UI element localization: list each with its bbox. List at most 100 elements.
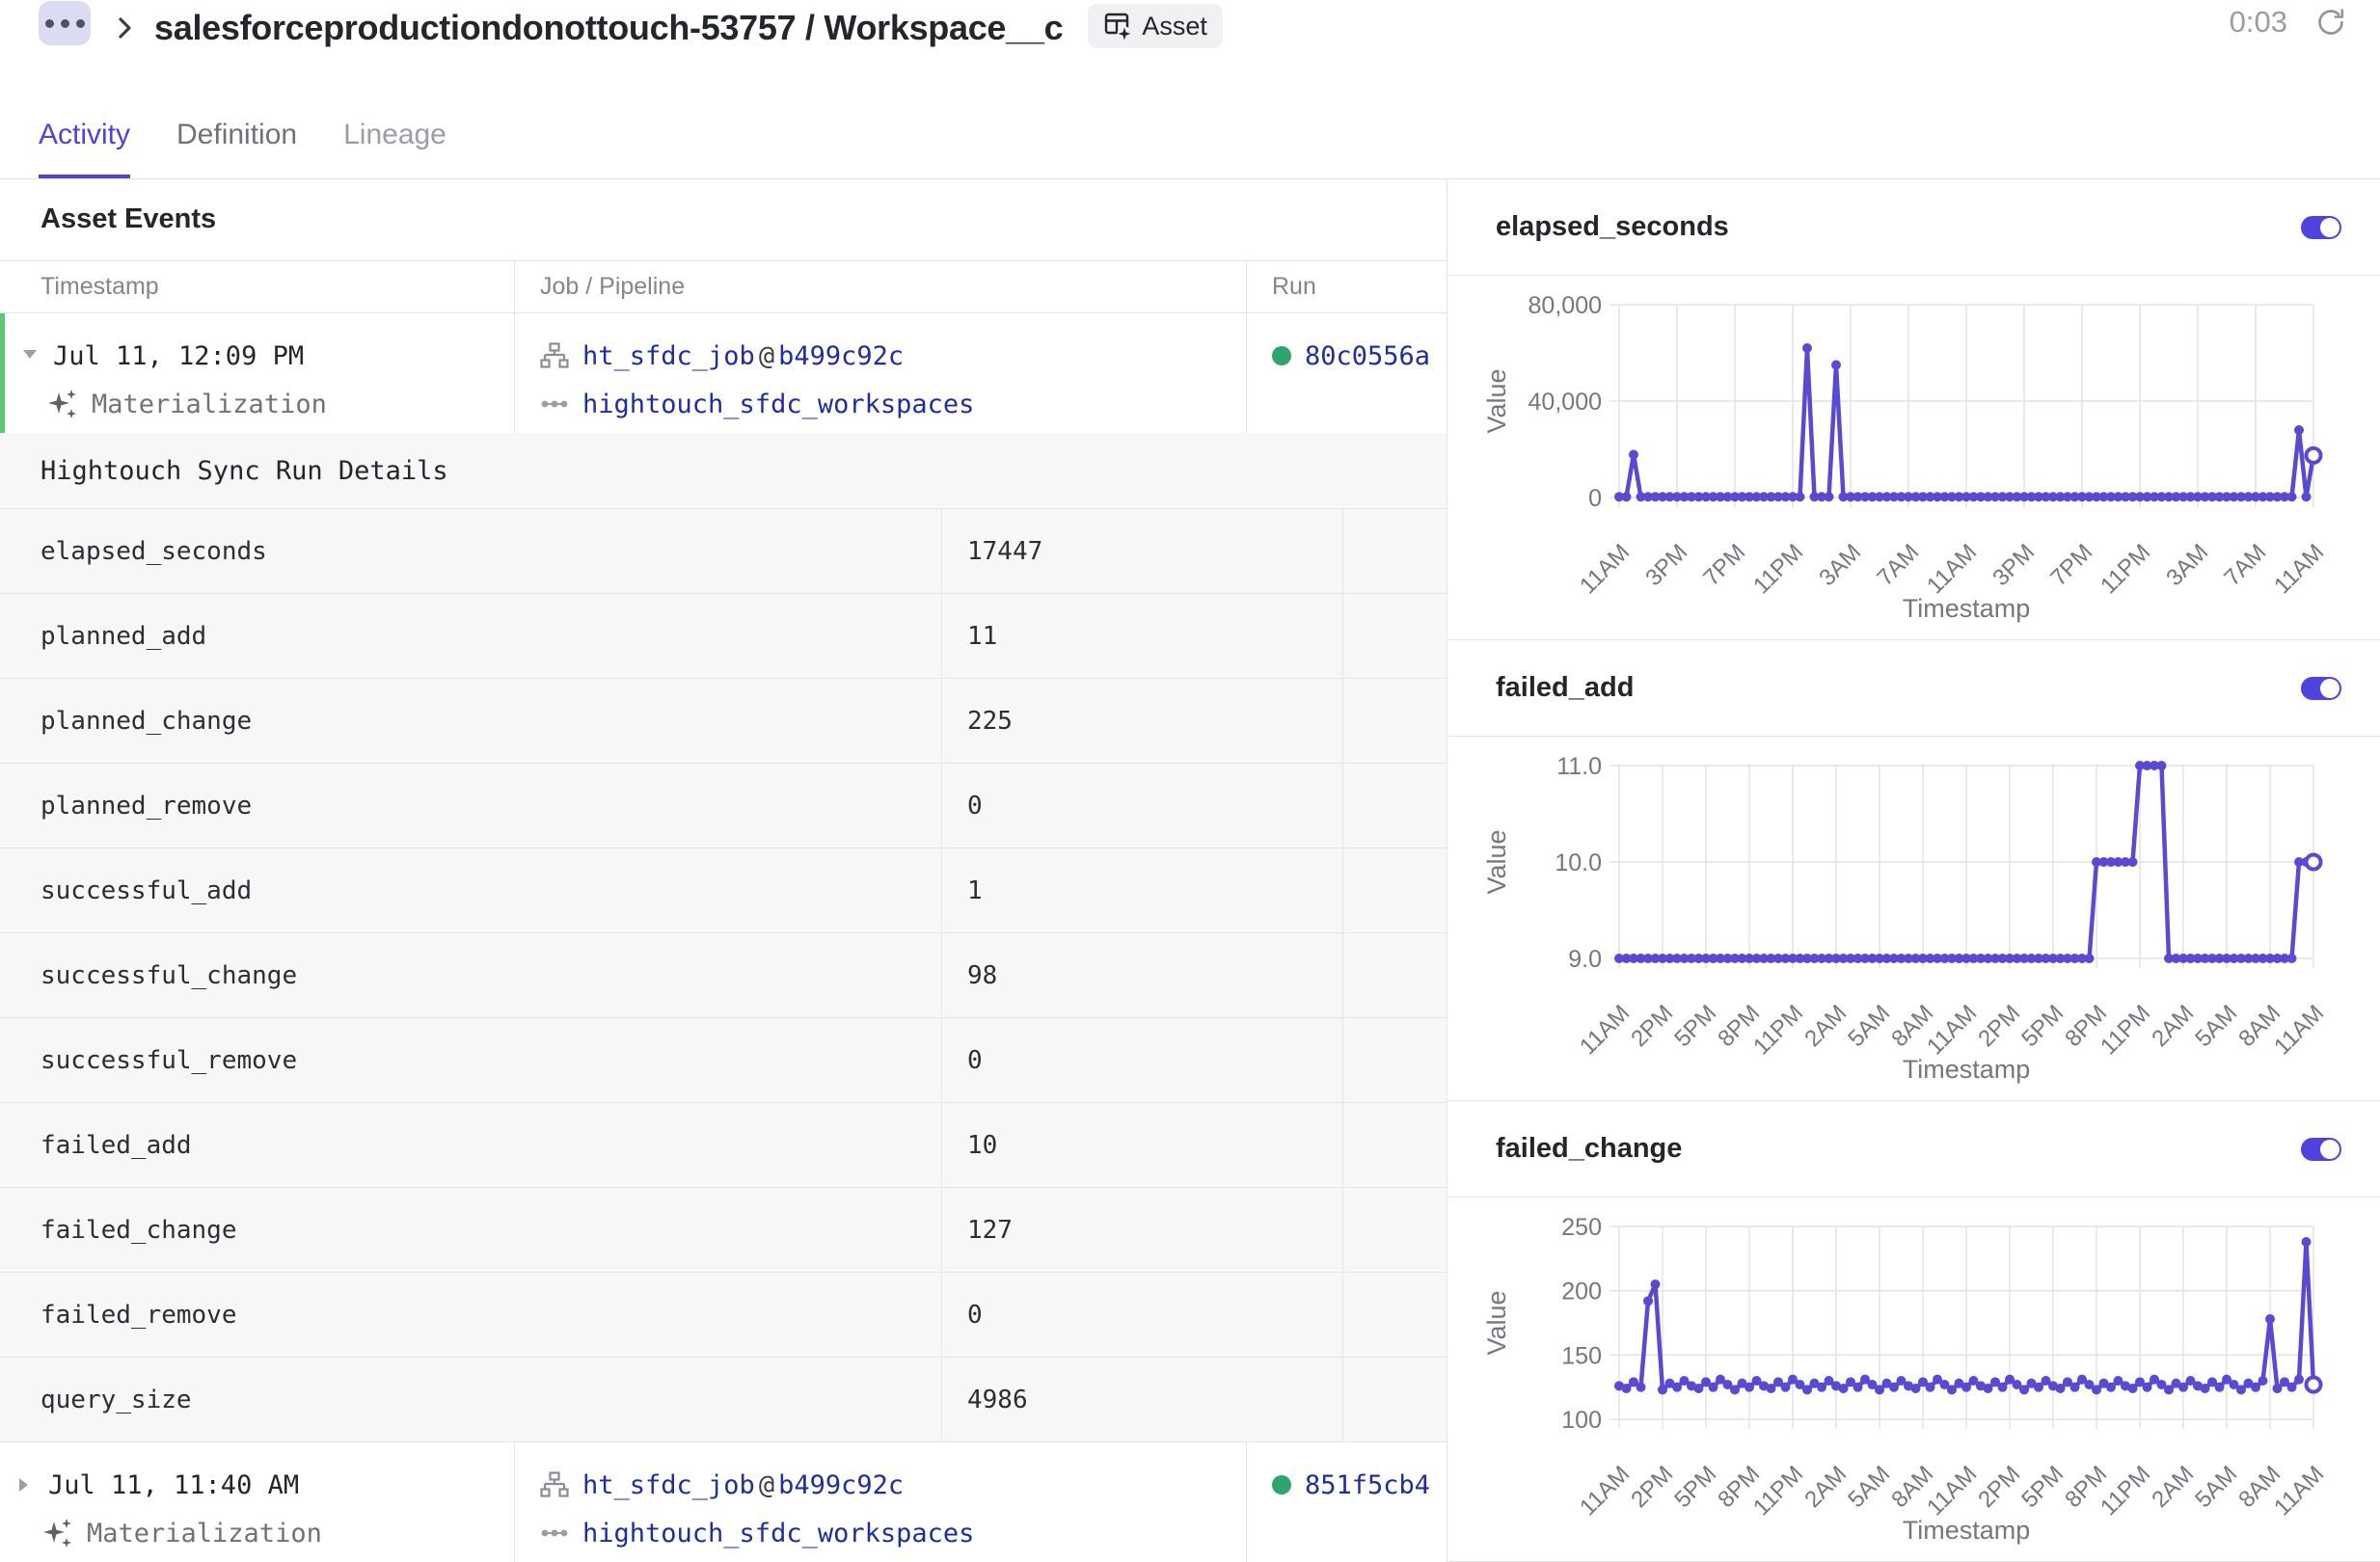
asset-table-icon bbox=[1103, 11, 1132, 41]
col-header-run: Run bbox=[1246, 261, 1447, 312]
metric-toggle[interactable] bbox=[2301, 1138, 2341, 1161]
svg-text:40,000: 40,000 bbox=[1528, 389, 1602, 416]
job-icon bbox=[540, 1470, 569, 1499]
detail-empty-cell bbox=[1342, 1103, 1447, 1187]
svg-text:2AM: 2AM bbox=[1799, 1461, 1852, 1513]
pipeline-link[interactable]: hightouch_sfdc_workspaces bbox=[582, 1519, 974, 1549]
metric-section-elapsed_seconds: elapsed_seconds040,00080,00011AM3PM7PM11… bbox=[1447, 179, 2380, 639]
run-id-link[interactable]: 851f5cb4 bbox=[1305, 1470, 1430, 1500]
tab-lineage[interactable]: Lineage bbox=[343, 119, 446, 178]
svg-text:11PM: 11PM bbox=[1748, 1000, 1808, 1060]
job-link[interactable]: ht_sfdc_job@b499c92c bbox=[582, 341, 904, 371]
detail-key: successful_remove bbox=[0, 1018, 941, 1102]
detail-key: planned_add bbox=[0, 594, 941, 678]
svg-text:Value: Value bbox=[1482, 368, 1511, 433]
detail-value: 4986 bbox=[941, 1358, 1342, 1441]
event-details: Hightouch Sync Run Details elapsed_secon… bbox=[0, 433, 1447, 1441]
breadcrumb-chevron-icon bbox=[112, 13, 137, 42]
svg-text:2AM: 2AM bbox=[1799, 1000, 1852, 1052]
details-table: elapsed_seconds17447planned_add11planned… bbox=[0, 508, 1447, 1441]
tab-definition[interactable]: Definition bbox=[176, 119, 297, 178]
asset-badge-label: Asset bbox=[1142, 12, 1207, 41]
metric-header: failed_add bbox=[1447, 640, 2380, 737]
detail-key: planned_change bbox=[0, 679, 941, 763]
svg-text:11AM: 11AM bbox=[2269, 1461, 2329, 1521]
svg-text:11AM: 11AM bbox=[1922, 1000, 1982, 1060]
event-row-expanded[interactable]: Jul 11, 12:09 PM Materialization bbox=[0, 313, 1447, 433]
detail-key: query_size bbox=[0, 1358, 941, 1441]
detail-value: 225 bbox=[941, 679, 1342, 763]
svg-text:200: 200 bbox=[1561, 1279, 1602, 1306]
run-id-link[interactable]: 80c0556a bbox=[1305, 341, 1430, 371]
events-table-header: Timestamp Job / Pipeline Run bbox=[0, 260, 1447, 313]
run-status-dot bbox=[1272, 1475, 1291, 1495]
svg-text:5AM: 5AM bbox=[2190, 1461, 2242, 1513]
chart-area: 040,00080,00011AM3PM7PM11PM3AM7AM11AM3PM… bbox=[1447, 276, 2380, 639]
overflow-menu-button[interactable] bbox=[39, 1, 91, 45]
detail-value: 17447 bbox=[941, 509, 1342, 593]
chevron-down-icon[interactable] bbox=[20, 346, 40, 366]
chevron-right-icon[interactable] bbox=[15, 1475, 31, 1499]
metric-toggle[interactable] bbox=[2301, 677, 2341, 700]
detail-row: successful_remove0 bbox=[0, 1017, 1447, 1102]
detail-key: elapsed_seconds bbox=[0, 509, 941, 593]
detail-value: 98 bbox=[941, 933, 1342, 1017]
tab-activity[interactable]: Activity bbox=[39, 119, 130, 178]
svg-text:7PM: 7PM bbox=[2045, 539, 2097, 591]
svg-text:3AM: 3AM bbox=[2161, 539, 2213, 591]
svg-text:0: 0 bbox=[1588, 485, 1602, 512]
event-timestamp: Jul 11, 12:09 PM bbox=[53, 341, 304, 371]
svg-text:11PM: 11PM bbox=[2096, 539, 2155, 599]
svg-text:3PM: 3PM bbox=[1988, 539, 2040, 591]
svg-text:5AM: 5AM bbox=[1843, 1461, 1895, 1513]
svg-text:3AM: 3AM bbox=[1814, 539, 1866, 591]
svg-text:100: 100 bbox=[1561, 1407, 1602, 1434]
materialization-icon bbox=[47, 388, 78, 420]
page-title[interactable]: salesforceproductiondonottouch-53757 / W… bbox=[154, 8, 1063, 48]
svg-text:Value: Value bbox=[1482, 1290, 1511, 1355]
svg-text:10.0: 10.0 bbox=[1555, 849, 1602, 876]
svg-text:5PM: 5PM bbox=[1669, 1461, 1721, 1513]
asset-events-panel: Asset Events Timestamp Job / Pipeline Ru… bbox=[0, 179, 1447, 1562]
svg-text:5PM: 5PM bbox=[1669, 1000, 1721, 1052]
chart-area: 9.010.011.011AM2PM5PM8PM11PM2AM5AM8AM11A… bbox=[1447, 737, 2380, 1100]
event-type-label: Materialization bbox=[92, 390, 327, 419]
svg-text:2PM: 2PM bbox=[1973, 1461, 2025, 1513]
svg-text:11AM: 11AM bbox=[2269, 1000, 2329, 1060]
detail-empty-cell bbox=[1342, 1018, 1447, 1102]
metric-header: elapsed_seconds bbox=[1447, 179, 2380, 276]
job-link[interactable]: ht_sfdc_job@b499c92c bbox=[582, 1470, 904, 1500]
metrics-panel: elapsed_seconds040,00080,00011AM3PM7PM11… bbox=[1447, 179, 2380, 1562]
detail-row: planned_change225 bbox=[0, 678, 1447, 763]
svg-text:7AM: 7AM bbox=[2219, 539, 2271, 591]
svg-text:5PM: 5PM bbox=[2016, 1461, 2069, 1513]
asset-group-dots-icon bbox=[540, 1519, 569, 1548]
detail-key: failed_change bbox=[0, 1188, 941, 1272]
svg-text:Value: Value bbox=[1482, 829, 1511, 894]
detail-empty-cell bbox=[1342, 509, 1447, 593]
detail-empty-cell bbox=[1342, 1273, 1447, 1357]
line-chart: 9.010.011.011AM2PM5PM8PM11PM2AM5AM8AM11A… bbox=[1473, 748, 2340, 1088]
chart-area: 10015020025011AM2PM5PM8PM11PM2AM5AM8AM11… bbox=[1447, 1198, 2380, 1561]
detail-key: failed_add bbox=[0, 1103, 941, 1187]
detail-empty-cell bbox=[1342, 933, 1447, 1017]
svg-text:11AM: 11AM bbox=[1575, 1461, 1635, 1521]
detail-row: planned_add11 bbox=[0, 593, 1447, 678]
detail-value: 0 bbox=[941, 1273, 1342, 1357]
detail-empty-cell bbox=[1342, 594, 1447, 678]
metric-toggle[interactable] bbox=[2301, 216, 2341, 239]
refresh-icon[interactable] bbox=[2314, 6, 2347, 39]
svg-text:11PM: 11PM bbox=[2096, 1461, 2155, 1521]
svg-text:Timestamp: Timestamp bbox=[1903, 594, 2031, 623]
metric-section-failed_add: failed_add9.010.011.011AM2PM5PM8PM11PM2A… bbox=[1447, 639, 2380, 1100]
metric-title: elapsed_seconds bbox=[1496, 211, 1729, 243]
svg-text:11.0: 11.0 bbox=[1556, 753, 1602, 780]
svg-text:9.0: 9.0 bbox=[1568, 946, 1602, 973]
detail-empty-cell bbox=[1342, 1358, 1447, 1441]
svg-text:80,000: 80,000 bbox=[1528, 292, 1602, 319]
event-row-collapsed[interactable]: Jul 11, 11:40 AM Materialization bbox=[0, 1441, 1447, 1562]
col-header-job: Job / Pipeline bbox=[514, 261, 1246, 312]
svg-text:2AM: 2AM bbox=[2147, 1461, 2199, 1513]
event-type-label: Materialization bbox=[87, 1519, 322, 1549]
pipeline-link[interactable]: hightouch_sfdc_workspaces bbox=[582, 390, 974, 419]
